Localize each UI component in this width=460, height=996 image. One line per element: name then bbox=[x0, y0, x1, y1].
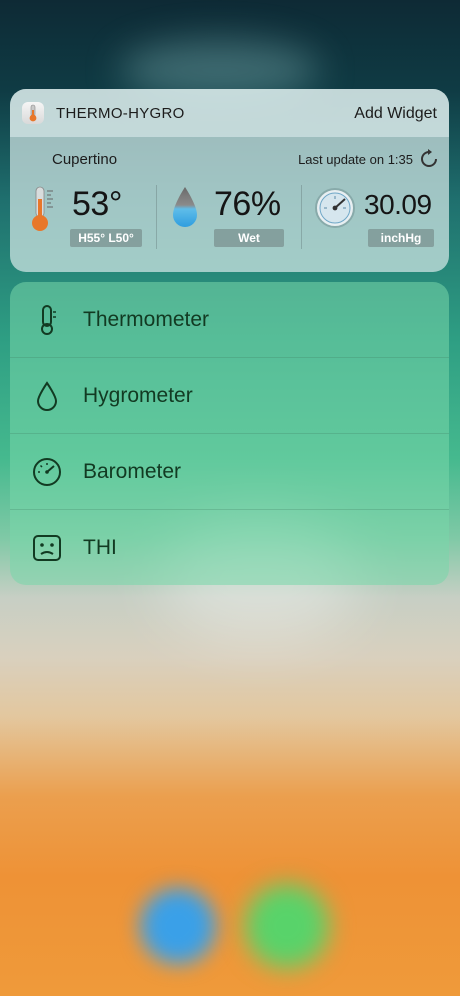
add-widget-button[interactable]: Add Widget bbox=[354, 105, 437, 123]
menu-item-label: Barometer bbox=[83, 459, 182, 483]
dock-app-blue bbox=[140, 888, 216, 964]
pressure-unit: inchHg bbox=[368, 229, 434, 247]
humidity-value: 76% bbox=[214, 185, 281, 223]
temperature-metric: 53° H55° L50° bbox=[26, 185, 156, 255]
menu-item-hygrometer[interactable]: Hygrometer bbox=[10, 358, 449, 434]
menu-item-label: Hygrometer bbox=[83, 383, 193, 407]
widget-body: Cupertino Last update on 1:35 53° H55° L… bbox=[10, 137, 449, 272]
menu-item-thermometer[interactable]: Thermometer bbox=[10, 282, 449, 358]
thermometer-app-icon bbox=[29, 104, 37, 122]
temperature-range: H55° L50° bbox=[70, 229, 142, 247]
gauge-icon bbox=[30, 455, 64, 489]
refresh-icon[interactable] bbox=[419, 149, 439, 169]
pressure-value: 30.09 bbox=[364, 189, 432, 220]
thermometer-icon bbox=[30, 303, 64, 337]
divider-2 bbox=[301, 185, 302, 249]
thermo-hygro-widget[interactable]: THERMO-HYGRO Add Widget Cupertino Last u… bbox=[10, 89, 449, 272]
face-icon bbox=[30, 531, 64, 565]
menu-item-label: Thermometer bbox=[83, 307, 210, 331]
widget-header: THERMO-HYGRO Add Widget bbox=[10, 89, 449, 137]
menu-item-label: THI bbox=[83, 535, 117, 559]
humidity-metric: 76% Wet bbox=[170, 185, 300, 255]
droplet-icon bbox=[30, 379, 64, 413]
divider-1 bbox=[156, 185, 157, 249]
barometer-gauge-icon bbox=[315, 188, 355, 228]
last-update-label: Last update on 1:35 bbox=[298, 152, 413, 167]
thermometer-icon bbox=[32, 186, 53, 231]
humidity-status: Wet bbox=[214, 229, 284, 247]
city-label: Cupertino bbox=[52, 151, 118, 168]
quick-actions-menu: Thermometer Hygrometer Barometer THI bbox=[10, 282, 449, 585]
app-icon bbox=[22, 102, 44, 124]
menu-item-barometer[interactable]: Barometer bbox=[10, 434, 449, 510]
pressure-metric: 30.09 inchHg bbox=[314, 185, 444, 255]
app-name: THERMO-HYGRO bbox=[56, 104, 185, 122]
temperature-value: 53° bbox=[72, 185, 122, 223]
droplet-icon bbox=[173, 187, 197, 227]
dock-app-green bbox=[245, 884, 329, 968]
menu-item-thi[interactable]: THI bbox=[10, 510, 449, 585]
